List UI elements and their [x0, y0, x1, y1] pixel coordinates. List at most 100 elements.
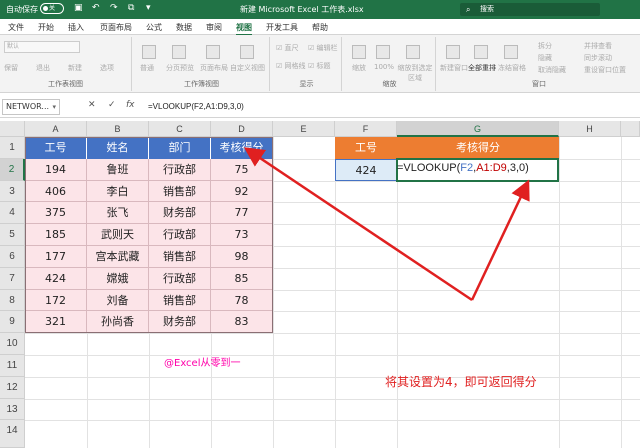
tab-view[interactable]: 视图	[236, 22, 252, 36]
row-header-11[interactable]: 11	[0, 355, 25, 377]
gridlines-checkbox[interactable]: ☑ 网格线	[276, 61, 306, 71]
tab-file[interactable]: 文件	[8, 22, 24, 33]
column-header-e[interactable]: E	[273, 121, 335, 137]
column-header-d[interactable]: D	[211, 121, 273, 137]
hide-button[interactable]: 隐藏	[538, 53, 552, 63]
enter-icon[interactable]: ✓	[108, 100, 116, 110]
tab-help[interactable]: 帮助	[312, 22, 328, 33]
zoom-100-button[interactable]: 100%	[374, 63, 394, 71]
title-bar: 自动保存 关 ▣ ↶ ↷ ⧉ ▾ 新建 Microsoft Excel 工作表.…	[0, 0, 640, 19]
options-button[interactable]: 选项	[100, 63, 114, 73]
unhide-button[interactable]: 取消隐藏	[538, 65, 566, 75]
row-header-9[interactable]: 9	[0, 311, 25, 334]
custom-view-button[interactable]: 自定义视图	[230, 63, 265, 73]
new-window-button[interactable]: 新建窗口	[440, 63, 468, 73]
gridline	[621, 137, 622, 448]
gridline	[273, 137, 274, 448]
lookup-id-input[interactable]: 424	[335, 158, 397, 181]
split-button[interactable]: 拆分	[538, 41, 552, 51]
tab-home[interactable]: 开始	[38, 22, 54, 33]
normal-view-button[interactable]: 普通	[140, 63, 154, 73]
tab-page-layout[interactable]: 页面布局	[100, 22, 132, 33]
name-box-value: NETWOR...	[6, 102, 50, 111]
column-header-h[interactable]: H	[559, 121, 621, 137]
keep-button[interactable]: 保留	[4, 63, 18, 73]
row-header-12[interactable]: 12	[0, 376, 25, 399]
normal-view-icon	[142, 45, 156, 59]
tab-insert[interactable]: 插入	[68, 22, 84, 33]
ruler-checkbox[interactable]: ☑ 直尺	[276, 43, 299, 53]
column-header-b[interactable]: B	[87, 121, 149, 137]
freeze-panes-icon	[504, 45, 518, 59]
zoom-icon	[352, 45, 366, 59]
dropdown-icon[interactable]: ▾	[146, 3, 151, 13]
tab-formulas[interactable]: 公式	[146, 22, 162, 33]
formula-bar: NETWOR... ▾ ✕ ✓ fx =VLOOKUP(F2,A1:D9,3,0…	[0, 96, 640, 118]
exit-button[interactable]: 退出	[36, 63, 50, 73]
autosave-toggle[interactable]: 关	[40, 3, 64, 14]
formula-input[interactable]: =VLOOKUP(F2,A1:D9,3,0)	[148, 102, 244, 111]
group-zoom: 缩放 100% 缩放到选定区域 缩放	[344, 37, 436, 91]
save-icon[interactable]: ▣	[74, 3, 83, 13]
group-show: ☑ 直尺 ☑ 编辑栏 ☑ 网格线 ☑ 标题 显示	[272, 37, 342, 91]
autosave-state: 关	[49, 5, 56, 12]
row-header-7[interactable]: 7	[0, 267, 25, 290]
row-header-1[interactable]: 1	[0, 137, 25, 159]
reset-position-button[interactable]: 重设窗口位置	[584, 65, 626, 75]
arrange-all-icon	[474, 45, 488, 59]
arrange-all-button[interactable]: 全部重排	[468, 63, 496, 73]
headings-checkbox[interactable]: ☑ 标题	[308, 61, 331, 71]
redo-icon[interactable]: ↷	[110, 3, 118, 13]
freeze-panes-button[interactable]: 冻结窗格	[498, 63, 526, 73]
column-header-f[interactable]: F	[335, 121, 397, 137]
row-header-10[interactable]: 10	[0, 333, 25, 355]
copy-icon[interactable]: ⧉	[128, 3, 134, 13]
zoom-button[interactable]: 缩放	[352, 63, 366, 73]
gridline	[25, 333, 640, 335]
row-header-2[interactable]: 2	[0, 158, 25, 181]
new-view-button[interactable]: 新建	[68, 63, 82, 73]
sync-scroll-button[interactable]: 同步滚动	[584, 53, 612, 63]
watermark-text: @Excel从零到一	[164, 358, 241, 369]
tab-review[interactable]: 审阅	[206, 22, 222, 33]
group-label: 显示	[299, 80, 314, 88]
column-header-a[interactable]: A	[25, 121, 87, 137]
row-header-14[interactable]: 14	[0, 420, 25, 448]
lookup-header-id[interactable]: 工号	[335, 137, 397, 159]
row-header-8[interactable]: 8	[0, 289, 25, 312]
side-by-side-button[interactable]: 并排查看	[584, 41, 612, 51]
tab-data[interactable]: 数据	[176, 22, 192, 33]
formula-ref-range: A1:D9	[476, 162, 507, 174]
group-label: 窗口	[532, 80, 546, 88]
row-header-3[interactable]: 3	[0, 180, 25, 203]
name-box[interactable]: NETWOR... ▾	[2, 99, 60, 115]
gridlines-label: 网格线	[284, 62, 306, 70]
tab-developer[interactable]: 开发工具	[266, 22, 298, 33]
row-header-6[interactable]: 6	[0, 246, 25, 268]
sheet-view-select[interactable]: 默认	[4, 41, 80, 53]
cancel-icon[interactable]: ✕	[88, 100, 96, 110]
row-header-5[interactable]: 5	[0, 224, 25, 246]
formula-bar-checkbox[interactable]: ☑ 编辑栏	[308, 43, 338, 53]
search-box[interactable]: ⌕ 搜索	[460, 3, 600, 16]
formula-bar-label: 编辑栏	[316, 44, 338, 52]
lookup-header-score[interactable]: 考核得分	[397, 137, 559, 159]
undo-icon[interactable]: ↶	[92, 3, 100, 13]
table-outline	[25, 137, 273, 334]
page-layout-button[interactable]: 页面布局	[200, 63, 228, 73]
row-header-13[interactable]: 13	[0, 398, 25, 421]
row-header-4[interactable]: 4	[0, 202, 25, 225]
headings-label: 标题	[316, 62, 331, 70]
formula-ref-f2: F2	[460, 162, 474, 174]
column-header-c[interactable]: C	[149, 121, 211, 137]
custom-view-icon	[240, 45, 254, 59]
select-all-corner[interactable]	[0, 121, 25, 137]
page-break-icon	[172, 45, 186, 59]
column-header-g[interactable]: G	[397, 121, 559, 137]
gridline	[25, 420, 640, 422]
page-break-button[interactable]: 分页预览	[166, 63, 194, 73]
insert-function-icon[interactable]: fx	[126, 100, 135, 110]
group-window: 新建窗口 全部重排 冻结窗格 拆分 隐藏 取消隐藏 并排查看 同步滚动 重设窗口…	[438, 37, 640, 91]
column-header-extra[interactable]	[621, 121, 640, 137]
group-label: 缩放	[382, 80, 397, 88]
